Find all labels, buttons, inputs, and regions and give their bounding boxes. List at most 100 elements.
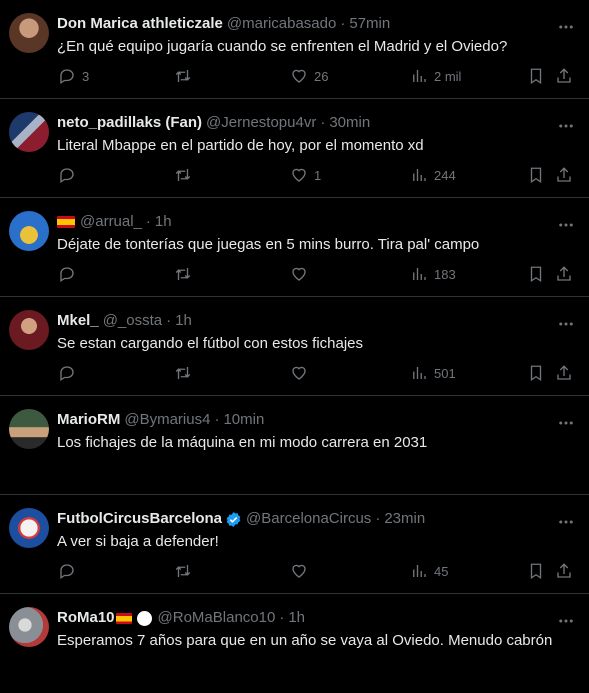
heart-icon [292, 366, 306, 380]
views-button[interactable]: 501 [410, 364, 456, 382]
bookmark-button[interactable] [527, 166, 545, 184]
tweet[interactable]: @arrual_ · 1h Déjate de tonterías que ju… [0, 198, 589, 297]
tweet[interactable]: Don Marica athleticzale @maricabasado · … [0, 0, 589, 99]
separator-dot: · [166, 312, 172, 329]
retweet-icon [175, 367, 191, 379]
avatar[interactable] [9, 409, 49, 449]
more-options-icon[interactable] [557, 513, 575, 531]
author-name[interactable]: Mkel_ [57, 312, 99, 330]
share-button[interactable] [555, 166, 573, 184]
white-circle-icon [136, 610, 152, 626]
tweet-text: Déjate de tonterías que juegas en 5 mins… [57, 236, 480, 253]
spain-flag-icon [57, 216, 75, 228]
share-button[interactable] [555, 265, 573, 283]
share-button[interactable] [555, 364, 573, 382]
reply-button[interactable] [58, 265, 76, 283]
avatar[interactable] [9, 112, 49, 152]
like-button[interactable] [290, 265, 308, 283]
tweet-text: Esperamos 7 años para que en un año se v… [57, 632, 553, 649]
views-button[interactable]: 45 [410, 562, 448, 580]
share-button[interactable] [555, 562, 573, 580]
bookmark-icon [530, 563, 542, 580]
author-handle[interactable]: @_ossta [103, 312, 162, 330]
tweet[interactable]: neto_padillaks (Fan) @Jernestopu4vr · 30… [0, 99, 589, 198]
reply-button[interactable] [58, 562, 76, 580]
author-handle[interactable]: @RoMaBlanco10 [158, 609, 276, 627]
timestamp[interactable]: 1h [155, 213, 172, 231]
author-name[interactable]: neto_padillaks (Fan) [57, 114, 202, 132]
reply-button[interactable] [58, 364, 76, 382]
timestamp[interactable]: 30min [329, 114, 370, 132]
views-button[interactable]: 244 [410, 166, 456, 184]
tweet-header: @arrual_ · 1h [57, 213, 549, 231]
author-name[interactable]: Don Marica athleticzale [57, 15, 223, 33]
avatar[interactable] [9, 13, 49, 53]
retweet-button[interactable] [174, 265, 192, 283]
like-button[interactable]: 1 [290, 166, 321, 184]
reply-icon [60, 168, 74, 184]
separator-dot: · [145, 213, 151, 230]
timestamp[interactable]: 57min [349, 15, 390, 33]
tweet-text: ¿En qué equipo jugaría cuando se enfrent… [57, 38, 508, 55]
timestamp[interactable]: 23min [384, 510, 425, 528]
author-handle[interactable]: @BarcelonaCircus [246, 510, 371, 528]
views-count: 501 [434, 365, 456, 381]
bookmark-button[interactable] [527, 265, 545, 283]
author-name[interactable]: MarioRM [57, 411, 120, 429]
tweet[interactable]: MarioRM @Bymarius4 · 10min Los fichajes … [0, 396, 589, 495]
views-count: 45 [434, 563, 449, 579]
author-handle[interactable]: @arrual_ [80, 213, 142, 231]
author-handle[interactable]: @Jernestopu4vr [206, 114, 316, 132]
views-button[interactable]: 183 [410, 265, 456, 283]
bookmark-icon [530, 167, 542, 184]
author-handle[interactable]: @Bymarius4 [124, 411, 210, 429]
reply-button[interactable]: 3 [58, 67, 89, 85]
share-button[interactable] [555, 67, 573, 85]
reply-icon [60, 267, 74, 283]
bookmark-icon [530, 365, 542, 382]
avatar[interactable] [9, 607, 49, 647]
reply-button[interactable] [58, 166, 82, 184]
retweet-button[interactable] [174, 67, 192, 85]
bookmark-button[interactable] [527, 562, 545, 580]
more-options-icon[interactable] [557, 612, 575, 630]
tweet[interactable]: RoMa10 @RoMaBlanco10 · 1h Esperamos 7 añ… [0, 594, 589, 693]
reply-count: 3 [82, 68, 90, 84]
more-options-icon[interactable] [557, 315, 575, 333]
separator-dot: · [340, 15, 346, 32]
retweet-button[interactable] [174, 562, 192, 580]
like-count: 26 [314, 68, 329, 84]
bookmark-button[interactable] [527, 67, 545, 85]
more-options-icon[interactable] [557, 18, 575, 36]
author-handle[interactable]: @maricabasado [227, 15, 336, 33]
separator-dot: · [375, 510, 381, 527]
retweet-button[interactable] [174, 166, 192, 184]
retweet-icon [175, 268, 191, 280]
bookmark-button[interactable] [527, 364, 545, 382]
views-button[interactable]: 2 mil [410, 67, 461, 85]
author-name[interactable]: FutbolCircusBarcelona [57, 510, 222, 528]
more-options-icon[interactable] [557, 216, 575, 234]
tweet-actions: 501 [57, 364, 575, 384]
like-count: 1 [314, 167, 322, 183]
like-button[interactable] [290, 562, 308, 580]
share-icon [557, 167, 571, 182]
avatar[interactable] [9, 310, 49, 350]
avatar[interactable] [9, 508, 49, 548]
tweet[interactable]: FutbolCircusBarcelona @BarcelonaCircus ·… [0, 495, 589, 594]
like-button[interactable] [290, 364, 308, 382]
timestamp[interactable]: 10min [223, 411, 264, 429]
avatar[interactable] [9, 211, 49, 251]
like-button[interactable]: 26 [290, 67, 328, 85]
tweet-text: Se estan cargando el fútbol con estos fi… [57, 335, 364, 352]
more-options-icon[interactable] [557, 117, 575, 135]
tweet-text: Literal Mbappe en el partido de hoy, por… [57, 137, 424, 154]
reply-icon [60, 564, 74, 580]
timestamp[interactable]: 1h [288, 609, 305, 627]
retweet-button[interactable] [174, 364, 192, 382]
timestamp[interactable]: 1h [175, 312, 192, 330]
more-options-icon[interactable] [557, 414, 575, 432]
author-name[interactable]: RoMa10 [57, 609, 115, 627]
spain-flag-icon [115, 612, 132, 624]
tweet[interactable]: Mkel_ @_ossta · 1h Se estan cargando el … [0, 297, 589, 396]
